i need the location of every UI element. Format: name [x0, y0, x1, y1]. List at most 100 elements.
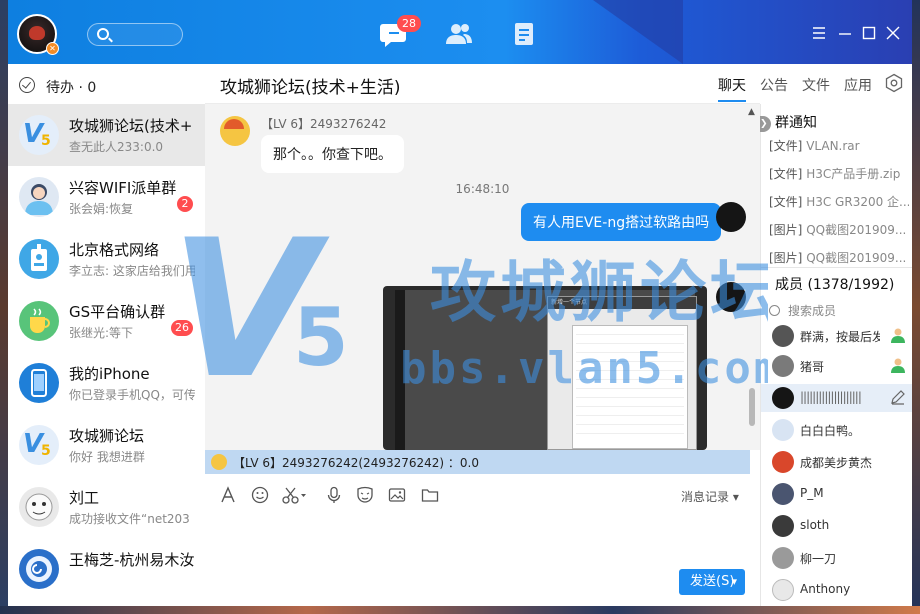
notice-tag: [文件]: [769, 139, 803, 153]
chat-tabs: 聊天 公告 文件 应用: [708, 64, 912, 104]
desktop-background-left: [0, 0, 8, 614]
contacts-icon: [446, 24, 472, 44]
mention-bar[interactable]: 【LV 6】2493276242(2493276242) ：0.0: [205, 450, 750, 474]
maximize-button[interactable]: [861, 25, 877, 41]
member-name: ||||||||||||||||||||: [800, 390, 862, 404]
close-button[interactable]: [885, 25, 901, 41]
member-avatar: [772, 483, 794, 505]
member-item[interactable]: 柳一刀: [761, 544, 912, 572]
notice-text: QQ截图201909...: [806, 251, 907, 265]
voice-button[interactable]: [325, 486, 343, 504]
notice-item[interactable]: [图片] QQ截图201909...: [769, 249, 909, 266]
todo-label: 待办 · 0: [46, 80, 97, 96]
folder-button[interactable]: [421, 486, 439, 504]
tab-files[interactable]: 文件: [802, 75, 830, 95]
edit-button[interactable]: [889, 388, 907, 406]
notice-item[interactable]: [文件] VLAN.rar: [769, 137, 909, 154]
notice-item[interactable]: [文件] H3C产品手册.zip: [769, 165, 909, 182]
conversation-last-message: 成功接收文件“net203: [69, 512, 190, 526]
title-bar: ✕ 28: [8, 0, 912, 64]
close-icon: [886, 26, 900, 40]
unread-badge: 28: [397, 15, 421, 32]
conversation-last-message: 查无此人233:0.0: [69, 140, 164, 154]
member-avatar: [772, 419, 794, 441]
conversation-item[interactable]: 我的iPhone 你已登录手机QQ，可传: [8, 352, 205, 414]
member-avatar: [772, 355, 794, 377]
sticker-button[interactable]: [356, 486, 374, 504]
message-time: 16:48:10: [455, 182, 510, 196]
tab-apps[interactable]: 应用: [844, 75, 872, 95]
sender-label: 【LV 6】2493276242: [261, 117, 387, 131]
chat-header: 攻城狮论坛(技术+生活): [205, 64, 760, 104]
outgoing-message: 有人用EVE-ng搭过软路由吗: [521, 203, 722, 241]
conversation-item[interactable]: V5 攻城狮论坛(技术+ 查无此人233:0.0: [8, 104, 205, 166]
member-name: 群满，按最后发: [800, 330, 880, 344]
scissors-icon: [282, 487, 306, 504]
member-avatar: [772, 579, 794, 601]
sender-avatar[interactable]: [220, 116, 250, 146]
conversation-name: 我的iPhone: [69, 365, 150, 383]
conversation-item[interactable]: 刘工 成功接收文件“net203: [8, 476, 205, 538]
tab-contacts[interactable]: [444, 19, 474, 49]
conversation-item[interactable]: 王梅芝-杭州易木汝: [8, 538, 205, 600]
tab-chat[interactable]: 聊天: [718, 75, 746, 95]
notice-item[interactable]: [图片] QQ截图201909...: [769, 221, 909, 238]
conversation-name: 攻城狮论坛: [69, 427, 145, 445]
tab-docs[interactable]: [510, 19, 540, 49]
image-button[interactable]: [388, 486, 406, 504]
admin-icon: [889, 356, 907, 374]
member-avatar: [772, 451, 794, 473]
member-item[interactable]: 白白白鸭。: [761, 416, 912, 444]
member-item[interactable]: ||||||||||||||||||||: [761, 384, 912, 412]
member-item[interactable]: sloth: [761, 512, 912, 540]
conversation-item[interactable]: GS平台确认群 张继光:等下 26: [8, 290, 205, 352]
message-list[interactable]: ▲ 【LV 6】2493276242 那个。。你查下吧。 16:48:10 有人…: [205, 104, 760, 450]
member-item[interactable]: 成都美步黄杰: [761, 448, 912, 476]
member-item[interactable]: P_M: [761, 480, 912, 508]
member-avatar: [772, 547, 794, 569]
member-item[interactable]: 群满，按最后发: [761, 322, 912, 350]
settings-button[interactable]: [884, 73, 904, 97]
conversation-item[interactable]: 北京格式网络 李立志: 这家店给我们用: [8, 228, 205, 290]
group-avatar: [19, 239, 59, 279]
contact-avatar: V5: [19, 425, 59, 465]
docs-icon: [515, 23, 533, 45]
todo-row[interactable]: 待办 · 0: [8, 64, 205, 104]
notice-title: 群通知: [775, 115, 817, 131]
conversation-item[interactable]: V5 攻城狮论坛 你好 我想进群: [8, 414, 205, 476]
member-item[interactable]: 猪哥: [761, 352, 912, 380]
tab-announcement[interactable]: 公告: [760, 75, 788, 95]
menu-button[interactable]: [811, 25, 827, 41]
conversation-last-message: 你好 我想进群: [69, 450, 145, 464]
member-item[interactable]: Anthony: [761, 576, 912, 604]
search-box[interactable]: [87, 23, 183, 46]
emoji-button[interactable]: [251, 486, 269, 504]
menu-icon: [813, 27, 825, 39]
scroll-up-icon[interactable]: ▲: [748, 107, 755, 117]
status-badge: ✕: [46, 42, 59, 55]
notice-text: VLAN.rar: [806, 139, 860, 153]
member-name: 白白白鸭。: [800, 424, 861, 438]
screenshot-button[interactable]: [282, 486, 308, 504]
font-button[interactable]: [219, 486, 237, 504]
image-message[interactable]: 新增一个节点: [383, 286, 707, 450]
notice-tag: [文件]: [769, 167, 803, 181]
conversation-name: 兴容WIFI派单群: [69, 179, 177, 197]
history-button[interactable]: 消息记录 ▾: [681, 488, 739, 505]
self-avatar[interactable]: [716, 202, 746, 232]
conversation-item[interactable]: 兴容WIFI派单群 张会娟:恢复 2: [8, 166, 205, 228]
self-avatar[interactable]: [716, 282, 746, 312]
notice-text: H3C产品手册.zip: [806, 167, 901, 181]
send-button[interactable]: 发送(S): [679, 569, 745, 595]
member-avatar: [772, 325, 794, 347]
notice-item[interactable]: [文件] H3C GR3200 企...: [769, 193, 909, 210]
members-title: 成员 (1378/1992): [775, 277, 895, 293]
titlebar-decoration: [593, 0, 683, 64]
pencil-icon: [891, 390, 905, 405]
scrollbar-thumb[interactable]: [749, 388, 755, 426]
screenshot-dialog-title: 新增一个节点: [548, 297, 696, 309]
desktop-background-bottom: [0, 606, 920, 614]
collapse-panel-button[interactable]: ❯: [760, 116, 771, 132]
minimize-button[interactable]: [837, 25, 853, 41]
member-search[interactable]: 搜索成员: [769, 302, 836, 319]
